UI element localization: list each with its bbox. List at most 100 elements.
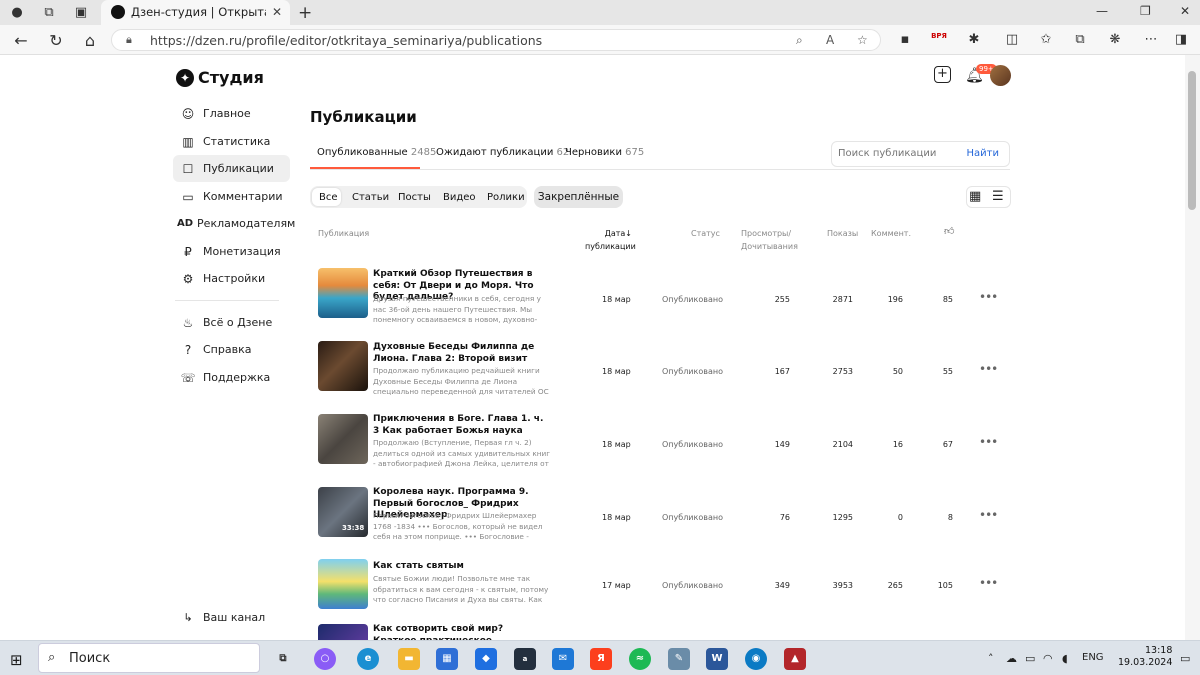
task-view-icon[interactable]: ⧉ [272,648,294,670]
row-more-icon[interactable]: ••• [979,290,998,304]
row-more-icon[interactable]: ••• [979,576,998,590]
sidebar-item-label: Монетизация [203,245,281,258]
publication-shows: 3953 [832,581,853,590]
publication-thumbnail[interactable] [318,341,368,391]
settings-menu-icon[interactable]: ⋯ [1142,32,1160,47]
zoom-icon[interactable]: ⌕ [796,33,803,48]
onedrive-icon[interactable]: ☁ [1006,652,1017,665]
battery-icon[interactable]: ▭ [1025,652,1035,665]
publication-thumbnail[interactable] [318,268,368,318]
language-indicator[interactable]: ENG [1082,652,1104,663]
yandex-browser-icon[interactable]: Я [590,648,612,670]
tab-published[interactable]: Опубликованные 2485 [317,147,436,158]
minimize-button[interactable]: — [1096,4,1108,18]
sidebar-item-help[interactable]: ? Справка [173,336,290,363]
extensions-puzzle-icon[interactable]: ✱ [965,32,983,47]
home-button[interactable]: ⌂ [80,31,100,50]
sidebar-item-publications[interactable]: ☐ Публикации [173,155,290,182]
sidebar-item-support[interactable]: ☏ Поддержка [173,364,290,391]
favorite-star-icon[interactable]: ☆ [857,33,868,47]
tab-close-icon[interactable]: ✕ [272,5,282,19]
publication-views: 76 [779,513,790,522]
url-text[interactable]: https://dzen.ru/profile/editor/otkritaya… [150,33,542,48]
your-channel-link[interactable]: ↳ Ваш канал [173,604,290,631]
workspaces-icon[interactable]: ⧉ [40,4,58,22]
filter-video[interactable]: Видео [443,192,476,203]
profile-icon[interactable]: ● [8,4,26,22]
sidebar-toggle-icon[interactable]: ◨ [1172,32,1190,47]
restore-button[interactable]: ❐ [1140,4,1151,18]
sidebar-item-settings[interactable]: ⚙︎ Настройки [173,265,290,292]
tab-scheduled[interactable]: Ожидают публикации 62 [436,147,569,158]
active-tab[interactable]: Дзен-студия | Открытая семина ✕ [101,0,290,25]
taskbar-search[interactable]: ⌕ Поиск [38,643,260,673]
edge-browser-icon[interactable]: e [357,648,379,670]
taskbar-clock[interactable]: 13:18 19.03.2024 [1118,645,1172,669]
publication-thumbnail[interactable] [318,624,368,640]
pinned-filter-button[interactable]: Закреплённые [534,186,623,208]
close-window-button[interactable]: ✕ [1180,4,1190,18]
sidebar-item-advertisers[interactable]: AD Рекламодателям [173,210,295,237]
sidebar-item-about-dzen[interactable]: ♨ Всё о Дзене [173,309,290,336]
sidebar-item-comments[interactable]: ▭ Комментарии [173,183,290,210]
filter-shorts[interactable]: Ролики [487,192,525,203]
amazon-icon[interactable]: a [514,648,536,670]
list-view-icon[interactable]: ☰ [992,189,1004,204]
grid-view-icon[interactable]: ▦ [969,189,981,204]
windows-start-icon[interactable]: ⊞ [10,651,23,669]
refresh-button[interactable]: ↻ [46,31,66,50]
word-icon[interactable]: W [706,648,728,670]
publication-thumbnail[interactable] [318,414,368,464]
wifi-icon[interactable]: ◠ [1043,652,1053,665]
app-icon[interactable]: ◉ [745,648,767,670]
store-icon[interactable]: ▦ [436,648,458,670]
search-input[interactable] [838,148,958,159]
publication-title[interactable]: Как сотворить свой мир? Краткое практиче… [373,624,548,640]
sidebar-item-stats[interactable]: ▥ Статистика [173,128,290,155]
row-more-icon[interactable]: ••• [979,435,998,449]
performance-icon[interactable]: ❋ [1106,32,1124,47]
publication-thumbnail[interactable] [318,559,368,609]
volume-icon[interactable]: ◖ [1062,652,1068,665]
extension-icon[interactable]: ▪ [896,32,914,47]
paint-icon[interactable]: ✎ [668,648,690,670]
lock-icon[interactable]: 🔒︎ [126,33,132,47]
search-button[interactable]: Найти [967,148,999,159]
tab-actions-icon[interactable]: ▣ [72,4,90,22]
avatar[interactable] [990,65,1011,86]
new-tab-button[interactable]: + [298,3,312,23]
extension-icon[interactable]: ВРЯ [930,32,948,40]
collections-icon[interactable]: ⧉ [1071,32,1089,47]
row-more-icon[interactable]: ••• [979,362,998,376]
app-icon[interactable]: ▲ [784,648,806,670]
url-field[interactable]: 🔒︎ https://dzen.ru/profile/editor/otkrit… [111,29,881,51]
split-screen-icon[interactable]: ◫ [1003,32,1021,47]
notifications-icon[interactable]: ▭ [1180,652,1190,665]
mail-icon[interactable]: ✉ [552,648,574,670]
filter-all[interactable]: Все [319,192,338,203]
filter-articles[interactable]: Статьи [352,192,389,203]
studio-logo[interactable]: ✦ Студия [176,68,264,87]
file-explorer-icon[interactable]: ▬ [398,648,420,670]
alice-icon[interactable]: ○ [314,648,336,670]
publication-title[interactable]: Как стать святым [373,561,548,573]
publication-date: 17 мар [602,581,631,590]
tray-chevron-icon[interactable]: ˄ [988,652,994,665]
publication-title[interactable]: Приключения в Боге. Глава 1. ч. 3 Как ра… [373,414,548,437]
sidebar-item-main[interactable]: ☺ Главное [173,100,290,127]
publication-description: Первый богослов_ Фридрих Шлейермахер 176… [373,511,543,543]
row-more-icon[interactable]: ••• [979,508,998,522]
publication-title[interactable]: Духовные Беседы Филиппа де Лиона. Глава … [373,342,548,365]
favorites-icon[interactable]: ✩ [1037,32,1055,47]
dropbox-icon[interactable]: ◆ [475,648,497,670]
col-date[interactable]: Дата↓ публикации [585,227,636,253]
scrollbar-thumb[interactable] [1188,71,1196,210]
filter-posts[interactable]: Посты [398,192,431,203]
sidebar-item-monetization[interactable]: ₽ Монетизация [173,238,290,265]
back-button[interactable]: ← [11,31,31,50]
create-button[interactable]: + [934,66,951,83]
read-aloud-icon[interactable]: A [826,33,834,47]
search-box: Найти [831,141,1010,167]
tab-drafts[interactable]: Черновики 675 [565,147,644,158]
spotify-icon[interactable]: ≈ [629,648,651,670]
